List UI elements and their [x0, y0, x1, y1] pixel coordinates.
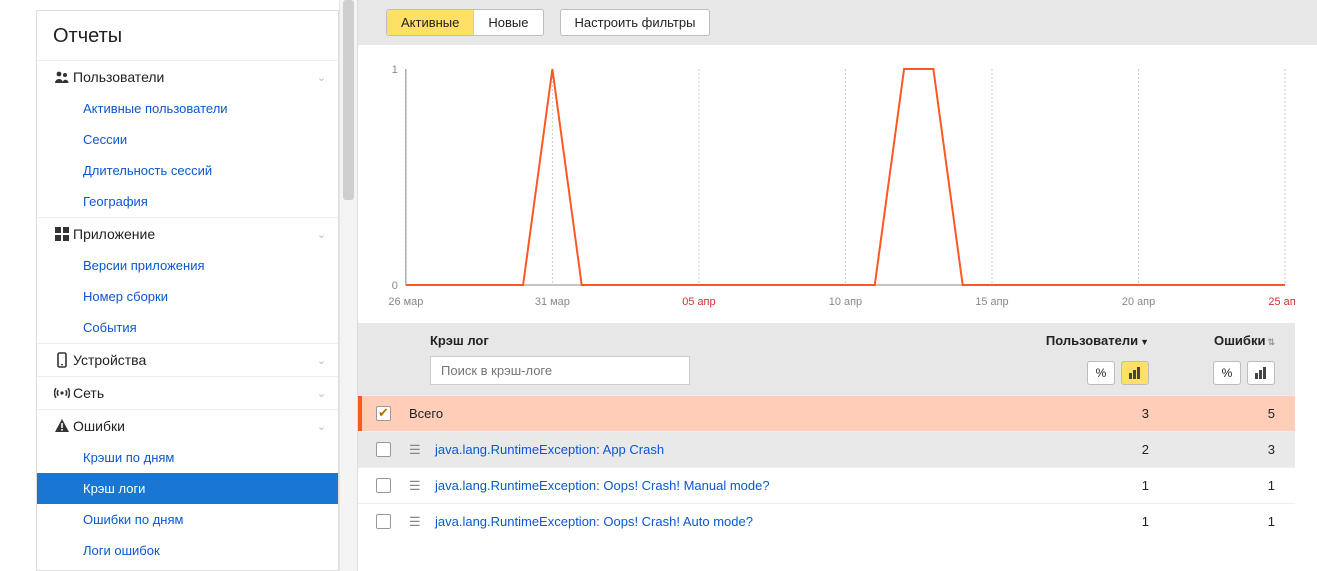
warn-icon [51, 418, 73, 434]
table-row: ☰ java.lang.RuntimeException: Oops! Crash… [358, 503, 1295, 539]
sidebar-section-label: Сеть [73, 385, 317, 401]
filter-toolbar: Активные Новые Настроить фильтры [358, 0, 1317, 45]
app-icon [51, 226, 73, 242]
users-bars-toggle[interactable] [1121, 361, 1149, 385]
row-errors-value: 1 [1149, 478, 1275, 493]
status-active-button[interactable]: Активные [387, 10, 473, 35]
sort-users-label: Пользователи [1046, 333, 1138, 348]
list-icon: ☰ [409, 442, 421, 458]
row-users-value: 1 [999, 478, 1149, 493]
sidebar-item[interactable]: Версии приложения [37, 250, 338, 281]
total-errors-value: 5 [1149, 406, 1275, 421]
sidebar-section-label: Приложение [73, 226, 317, 242]
table-header-title: Крэш лог [430, 333, 999, 348]
svg-text:31 мар: 31 мар [535, 296, 570, 308]
sidebar-item[interactable]: Активные пользователи [37, 93, 338, 124]
sidebar-item[interactable]: Логи ошибок [37, 535, 338, 566]
chevron-down-icon: ⌄ [317, 228, 326, 241]
network-icon [51, 385, 73, 401]
sidebar-section-label: Устройства [73, 352, 317, 368]
users-icon [51, 69, 73, 85]
row-checkbox[interactable] [376, 478, 391, 493]
sidebar-title: Отчеты [37, 11, 338, 60]
sidebar-item[interactable]: Длительность сессий [37, 155, 338, 186]
list-icon: ☰ [409, 514, 421, 530]
svg-text:10 апр: 10 апр [829, 296, 862, 308]
row-errors-value: 1 [1149, 514, 1275, 529]
sort-errors-label: Ошибки [1214, 333, 1265, 348]
crash-link[interactable]: java.lang.RuntimeException: Oops! Crash!… [435, 478, 999, 493]
bar-chart-icon [1255, 367, 1267, 379]
sidebar-item[interactable]: Ошибки по дням [37, 504, 338, 535]
sidebar-item[interactable]: Крэш логи [37, 473, 338, 504]
sidebar-section-label: Пользователи [73, 69, 317, 85]
row-users-value: 2 [999, 442, 1149, 457]
sidebar-section-device[interactable]: Устройства⌄ [37, 344, 338, 376]
row-users-value: 1 [999, 514, 1149, 529]
sidebar-section-users[interactable]: Пользователи⌄ [37, 61, 338, 93]
crash-link[interactable]: java.lang.RuntimeException: App Crash [435, 442, 999, 457]
row-errors-value: 3 [1149, 442, 1275, 457]
svg-text:15 апр: 15 апр [975, 296, 1008, 308]
svg-text:25 апр: 25 апр [1268, 296, 1295, 308]
errors-bars-toggle[interactable] [1247, 361, 1275, 385]
sort-users[interactable]: Пользователи▼ [1046, 333, 1149, 348]
users-percent-toggle[interactable]: % [1087, 361, 1115, 385]
status-new-button[interactable]: Новые [473, 10, 542, 35]
list-icon: ☰ [409, 478, 421, 494]
svg-text:26 мар: 26 мар [388, 296, 423, 308]
svg-text:1: 1 [392, 64, 398, 76]
table-total-row: Всего 3 5 [358, 395, 1295, 431]
sidebar-item[interactable]: Номер сборки [37, 281, 338, 312]
svg-text:20 апр: 20 апр [1122, 296, 1155, 308]
table-row: ☰ java.lang.RuntimeException: App Crash23 [358, 431, 1295, 467]
sidebar-scrollbar[interactable] [339, 0, 357, 571]
sidebar-section-app[interactable]: Приложение⌄ [37, 218, 338, 250]
device-icon [51, 352, 73, 368]
table-row: ☰ java.lang.RuntimeException: Oops! Crash… [358, 467, 1295, 503]
crash-search-input[interactable] [430, 356, 690, 385]
chevron-down-icon: ⌄ [317, 420, 326, 433]
sidebar-section-warn[interactable]: Ошибки⌄ [37, 410, 338, 442]
sidebar: Отчеты Пользователи⌄Активные пользовател… [0, 0, 358, 571]
sidebar-item[interactable]: События [37, 312, 338, 343]
configure-filters-button[interactable]: Настроить фильтры [560, 9, 711, 36]
sidebar-item[interactable]: Сессии [37, 124, 338, 155]
crash-chart: 26 мар 31 мар 05 апр 10 апр 15 апр 20 апр 25 а… [358, 45, 1317, 323]
sort-errors[interactable]: Ошибки⇅ [1214, 333, 1275, 348]
sidebar-item[interactable]: Крэши по дням [37, 442, 338, 473]
errors-percent-toggle[interactable]: % [1213, 361, 1241, 385]
total-users-value: 3 [999, 406, 1149, 421]
sidebar-section-label: Ошибки [73, 418, 317, 434]
row-checkbox[interactable] [376, 442, 391, 457]
chevron-down-icon: ⌄ [317, 387, 326, 400]
total-label: Всего [409, 406, 999, 421]
status-toggle: Активные Новые [386, 9, 544, 36]
main: Активные Новые Настроить фильтры 26 мар 3… [358, 0, 1317, 571]
chevron-down-icon: ⌄ [317, 71, 326, 84]
sidebar-section-network[interactable]: Сеть⌄ [37, 377, 338, 409]
sidebar-item[interactable]: География [37, 186, 338, 217]
table-header: Крэш лог Пользователи▼ % [358, 323, 1295, 395]
crash-table: Крэш лог Пользователи▼ % [358, 323, 1317, 539]
total-checkbox[interactable] [376, 406, 391, 421]
svg-text:0: 0 [392, 280, 398, 292]
svg-text:05 апр: 05 апр [682, 296, 715, 308]
bar-chart-icon [1129, 367, 1141, 379]
crash-link[interactable]: java.lang.RuntimeException: Oops! Crash!… [435, 514, 999, 529]
row-checkbox[interactable] [376, 514, 391, 529]
chevron-down-icon: ⌄ [317, 354, 326, 367]
